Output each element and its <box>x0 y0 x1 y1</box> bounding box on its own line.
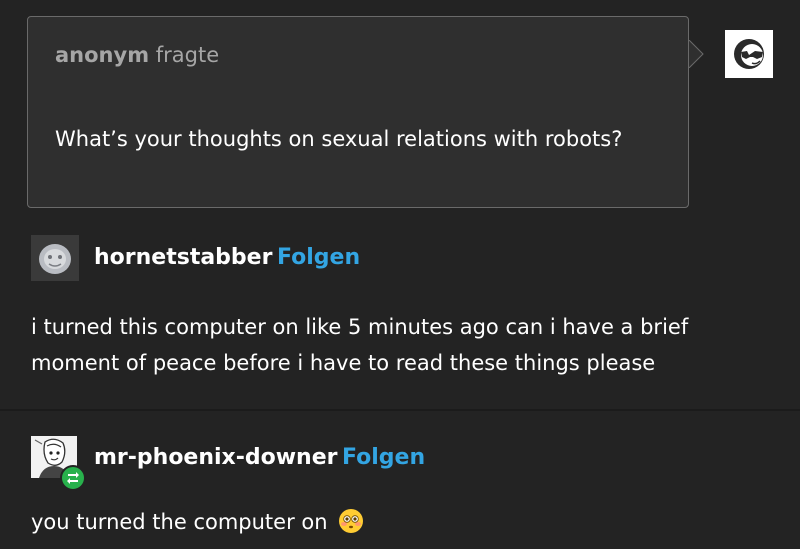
post-username[interactable]: hornetstabber <box>94 245 272 270</box>
post-username[interactable]: mr-phoenix-downer <box>94 445 338 470</box>
ask-box: anonym fragte What’s your thoughts on se… <box>27 16 689 208</box>
ask-question: What’s your thoughts on sexual relations… <box>55 127 623 151</box>
sunglasses-face-icon <box>734 39 764 69</box>
blurry-face-avatar-icon <box>31 235 79 281</box>
follow-button[interactable]: Folgen <box>342 445 425 470</box>
asker-name: anonym <box>55 43 150 67</box>
reblog-icon <box>67 472 79 484</box>
post-body: you turned the computer on <box>31 508 364 539</box>
post-body-text: you turned the computer on <box>31 510 328 534</box>
ask-avatar[interactable] <box>725 30 773 78</box>
avatar[interactable] <box>31 235 79 281</box>
ask-verb: fragte <box>155 43 220 67</box>
follow-button[interactable]: Folgen <box>277 245 360 270</box>
reblog-badge <box>60 465 86 491</box>
ask-header: anonym fragte <box>55 43 219 67</box>
divider <box>0 409 800 411</box>
tumblr-post-thread: anonym fragte What’s your thoughts on se… <box>0 0 800 549</box>
post-body: i turned this computer on like 5 minutes… <box>31 315 689 375</box>
flushed-face-emoji-icon <box>338 508 364 539</box>
